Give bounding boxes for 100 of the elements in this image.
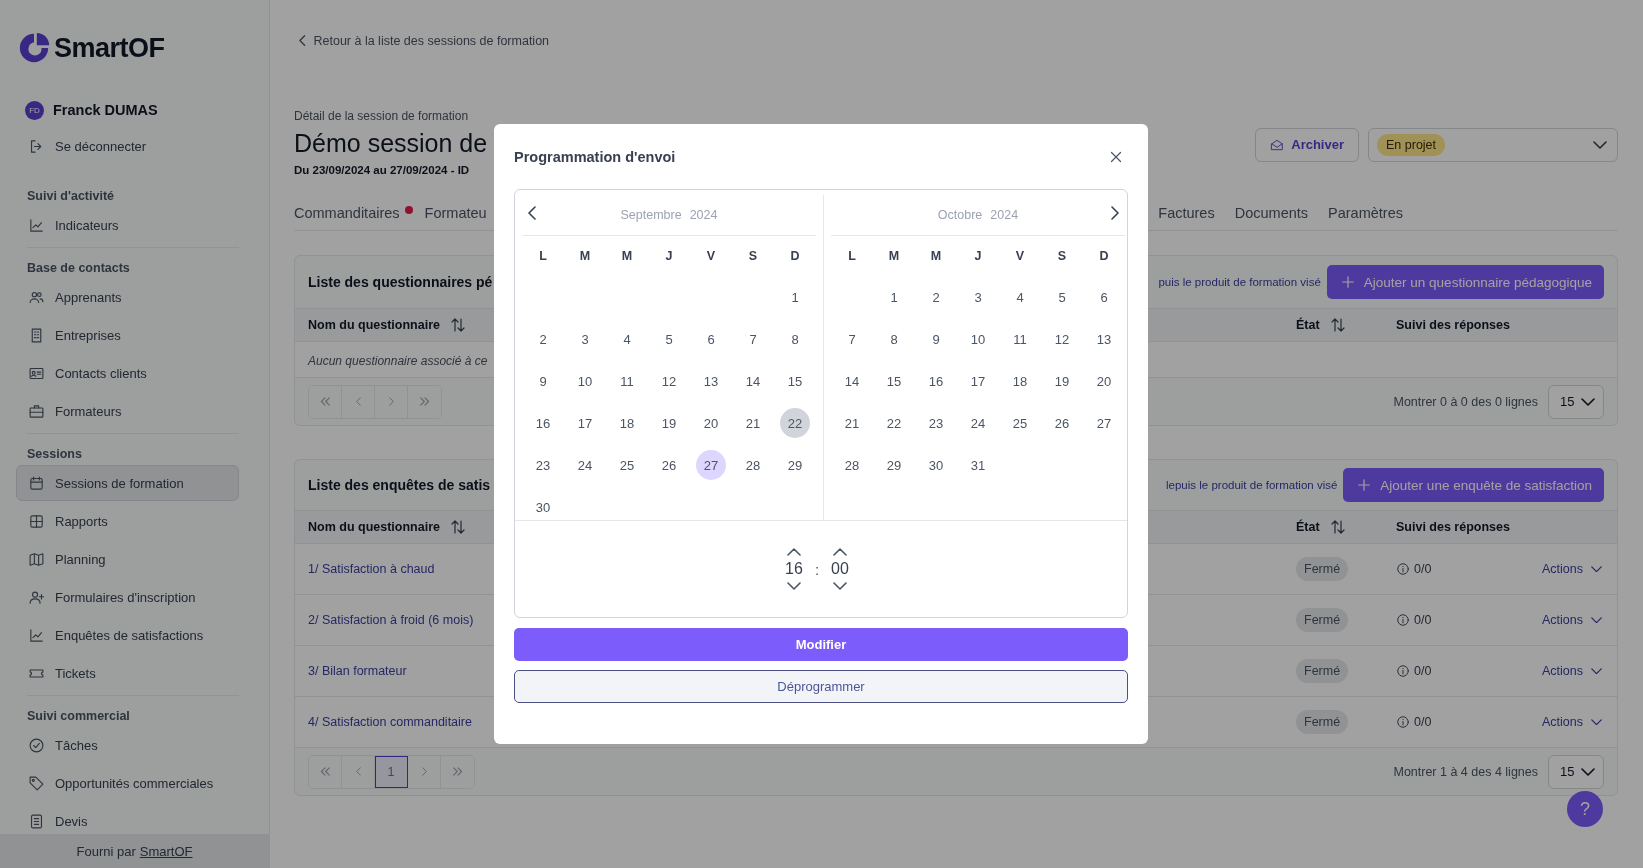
tab[interactable]: Commanditaires <box>294 198 413 222</box>
decrement-minute-button[interactable] <box>832 582 847 590</box>
column-header[interactable]: État <box>1296 518 1396 536</box>
footer-link[interactable]: SmartOF <box>139 843 193 859</box>
chevron-right-icon <box>421 767 427 776</box>
increment-minute-button[interactable] <box>832 548 847 556</box>
next-month-button[interactable] <box>1111 206 1119 220</box>
unschedule-button[interactable]: Déprogrammer <box>514 670 1128 703</box>
calendar-day[interactable]: 19 <box>1047 366 1077 396</box>
calendar-day[interactable]: 31 <box>963 450 993 480</box>
weekday-label: L <box>848 249 856 263</box>
column-header[interactable]: Suivi des réponses <box>1396 318 1604 332</box>
page-size-select[interactable]: 15 <box>1548 754 1604 789</box>
nav-item[interactable]: Planning <box>16 541 239 577</box>
calendar-day[interactable]: 15 <box>780 366 810 396</box>
calendar-day[interactable]: 14 <box>738 366 768 396</box>
calendar-day[interactable]: 25 <box>1005 408 1035 438</box>
calendar-day[interactable]: 22 <box>879 408 909 438</box>
calendar-day[interactable]: 11 <box>612 366 642 396</box>
calendar-day[interactable]: 17 <box>570 408 600 438</box>
calendar-day[interactable]: 18 <box>612 408 642 438</box>
calendar-day[interactable]: 26 <box>1047 408 1077 438</box>
nav-item[interactable]: Opportunités commerciales <box>16 765 239 801</box>
calendar-day[interactable]: 21 <box>837 408 867 438</box>
actions-button[interactable]: Actions <box>1542 562 1604 576</box>
actions-button[interactable]: Actions <box>1542 613 1604 627</box>
actions-button[interactable]: Actions <box>1542 664 1604 678</box>
calendar-day[interactable]: 21 <box>738 408 768 438</box>
calendar-day[interactable]: 29 <box>780 450 810 480</box>
calendar-day[interactable]: 10 <box>570 366 600 396</box>
nav-item[interactable]: Sessions de formation <box>16 465 239 501</box>
calendar-day[interactable]: 17 <box>963 366 993 396</box>
nav-item[interactable]: Formateurs <box>16 393 239 429</box>
calendar-day[interactable]: 18 <box>1005 366 1035 396</box>
column-header[interactable]: Suivi des réponses <box>1396 520 1604 534</box>
logout-link[interactable]: Se déconnecter <box>16 128 239 164</box>
previous-month-button[interactable] <box>528 206 536 220</box>
tab[interactable]: Factures <box>1158 198 1215 222</box>
calendar-day[interactable]: 6 <box>1089 282 1119 312</box>
first-page-button[interactable] <box>309 755 342 788</box>
tab[interactable]: Documents <box>1234 198 1309 222</box>
calendar-day[interactable]: 24 <box>570 450 600 480</box>
calendar-day[interactable]: 24 <box>963 408 993 438</box>
calendar-day[interactable]: 1 <box>879 282 909 312</box>
weekday-label: J <box>665 249 673 263</box>
source-link[interactable]: puis le produit de formation visé <box>1158 276 1321 288</box>
nav-item[interactable]: Entreprises <box>16 317 239 353</box>
add-button[interactable]: Ajouter un questionnaire pédagogique <box>1326 265 1604 299</box>
calendar-day[interactable]: 20 <box>696 408 726 438</box>
calendar-day[interactable]: 19 <box>654 408 684 438</box>
first-page-button[interactable] <box>309 385 342 418</box>
tab[interactable]: Formateu <box>424 198 487 222</box>
calendar-day[interactable]: 3 <box>963 282 993 312</box>
calendar-day[interactable]: 13 <box>696 366 726 396</box>
calendar-day[interactable]: 1 <box>780 282 810 312</box>
calendar-day[interactable]: 5 <box>1047 282 1077 312</box>
nav-item[interactable]: Apprenants <box>16 279 239 315</box>
increment-hour-button[interactable] <box>787 548 801 556</box>
calendar-day[interactable]: 16 <box>528 408 558 438</box>
nav-item[interactable]: Formulaires d'inscription <box>16 579 239 615</box>
hour-value[interactable]: 16 <box>785 559 803 579</box>
tab[interactable]: Paramètres <box>1328 198 1403 222</box>
calendar-day[interactable]: 29 <box>879 450 909 480</box>
calendar-day[interactable]: 4 <box>1005 282 1035 312</box>
nav-item[interactable]: Rapports <box>16 503 239 539</box>
nav-item[interactable]: Devis <box>16 803 239 834</box>
actions-button[interactable]: Actions <box>1542 715 1604 729</box>
calendar-day[interactable]: 27 <box>696 450 726 480</box>
modify-button[interactable]: Modifier <box>514 628 1128 661</box>
decrement-hour-button[interactable] <box>787 582 801 590</box>
calendar-day[interactable]: 26 <box>654 450 684 480</box>
minute-value[interactable]: 00 <box>831 559 849 579</box>
calendar-day[interactable]: 23 <box>921 408 951 438</box>
empty-message: Aucun questionnaire associé à ce <box>308 354 488 368</box>
nav-item[interactable]: Tâches <box>16 727 239 763</box>
response-count: 0/0 <box>1414 664 1432 678</box>
calendar-day[interactable]: 30 <box>921 450 951 480</box>
calendar-day[interactable]: 25 <box>612 450 642 480</box>
nav-item[interactable]: Tickets <box>16 655 239 691</box>
calendar-day[interactable]: 15 <box>879 366 909 396</box>
calendar-day[interactable]: 20 <box>1089 366 1119 396</box>
calendar-day[interactable]: 2 <box>921 282 951 312</box>
back-link[interactable]: Retour à la liste des sessions de formation <box>294 32 550 49</box>
calendar-day[interactable]: 28 <box>837 450 867 480</box>
page-size-select[interactable]: 15 <box>1548 384 1604 419</box>
column-header[interactable]: État <box>1296 316 1396 334</box>
archive-button[interactable]: Archiver <box>1255 127 1359 162</box>
source-link[interactable]: lepuis le produit de formation visé <box>1166 479 1338 491</box>
calendar-day[interactable]: 23 <box>528 450 558 480</box>
calendar-day[interactable]: 14 <box>837 366 867 396</box>
calendar-day[interactable]: 9 <box>528 366 558 396</box>
nav-item[interactable]: Enquêtes de satisfactions <box>16 617 239 653</box>
nav-item[interactable]: Indicateurs <box>16 207 239 243</box>
calendar-day[interactable]: 22 <box>780 408 810 438</box>
status-select[interactable]: En projet <box>1368 127 1618 162</box>
nav-item[interactable]: Contacts clients <box>16 355 239 391</box>
calendar-day[interactable]: 16 <box>921 366 951 396</box>
calendar-day[interactable]: 27 <box>1089 408 1119 438</box>
calendar-day[interactable]: 12 <box>654 366 684 396</box>
calendar-day[interactable]: 28 <box>738 450 768 480</box>
